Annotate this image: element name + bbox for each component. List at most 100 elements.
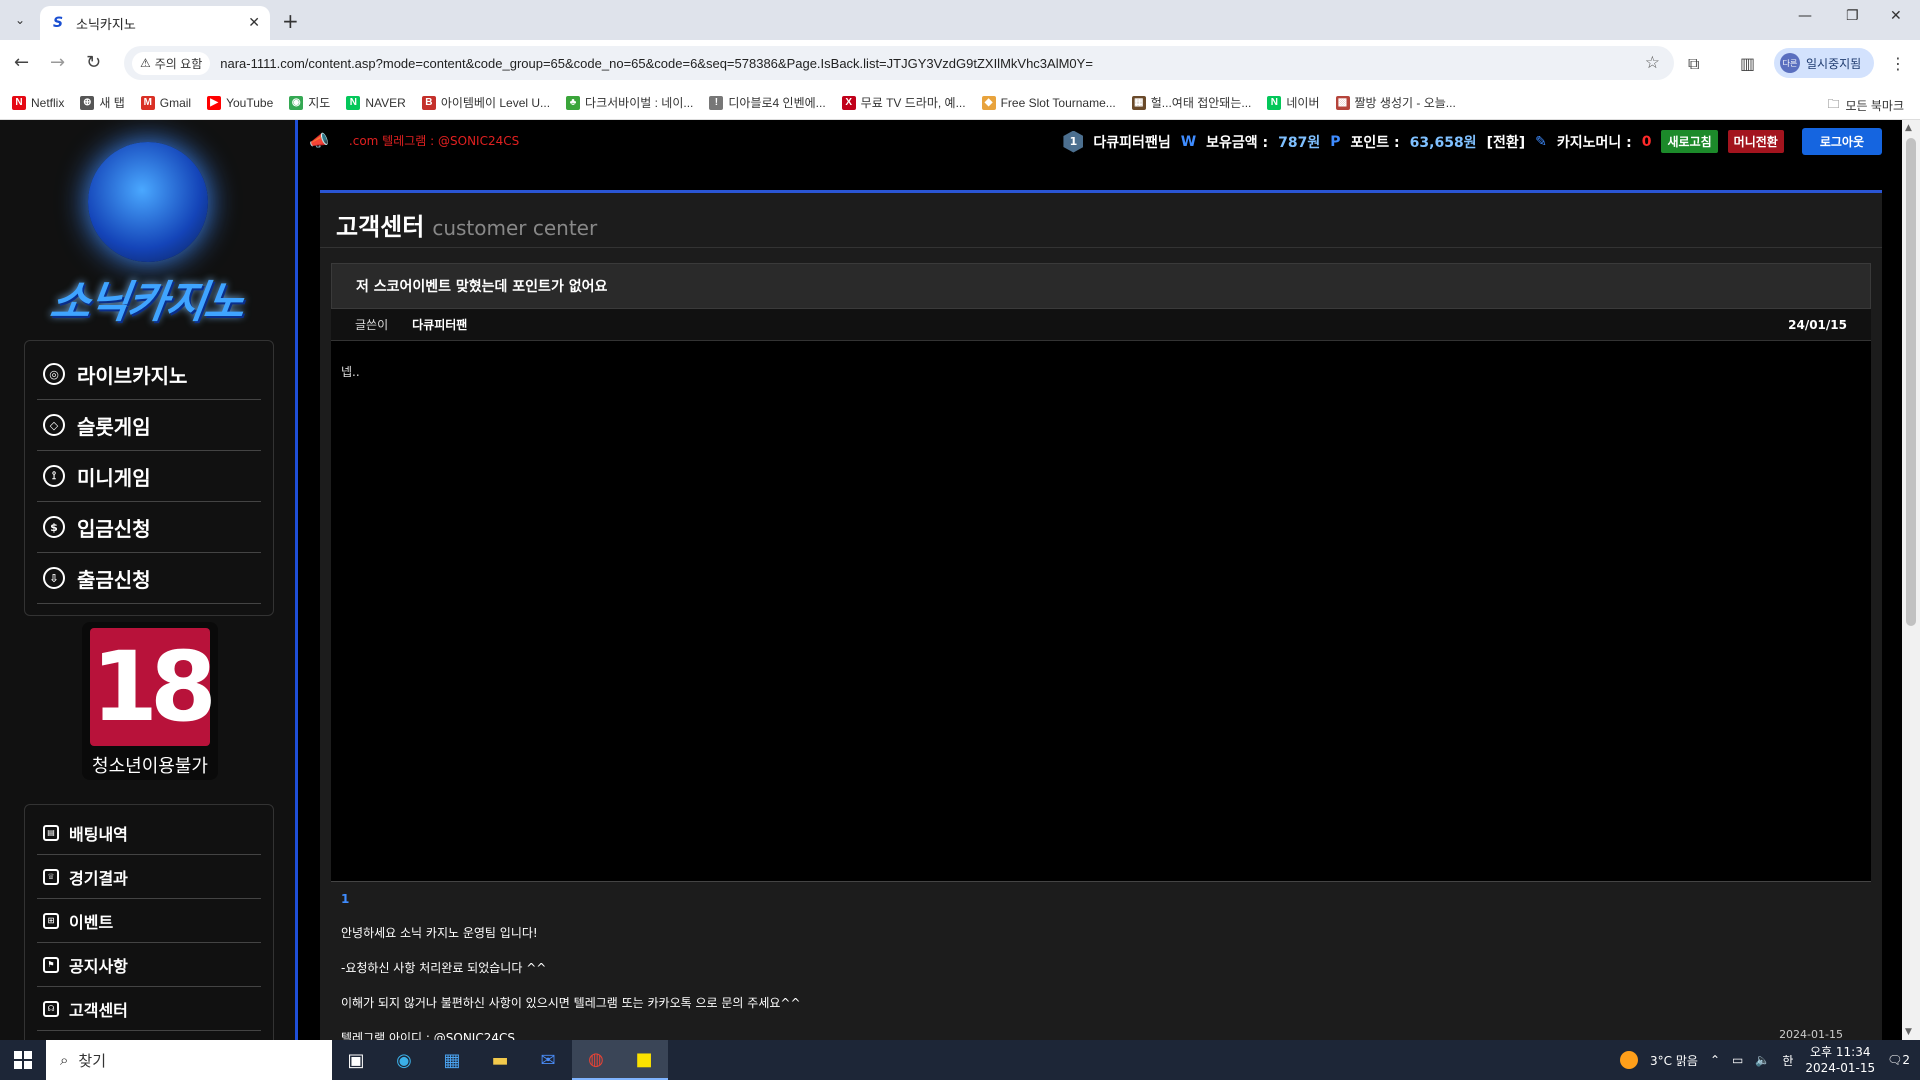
minimize-icon[interactable]: — bbox=[1798, 8, 1812, 24]
bookmark-item[interactable]: B 아이템베이 Level U... bbox=[421, 94, 550, 111]
sub-menu-item[interactable]: ⊞ 이벤트 bbox=[37, 899, 261, 943]
scroll-down-icon[interactable]: ▼ bbox=[1905, 1027, 1912, 1037]
bookmark-item[interactable]: ⊕ 새 탭 bbox=[80, 94, 125, 111]
bookmark-favicon-icon: N bbox=[346, 95, 361, 110]
bookmark-item[interactable]: N 네이버 bbox=[1267, 94, 1320, 111]
notification-icon[interactable]: 🗨2 bbox=[1887, 1053, 1910, 1067]
side-panel-icon[interactable]: ▥ bbox=[1740, 54, 1755, 73]
post-meta: 글쓴이 다큐피터팬 24/01/15 bbox=[331, 309, 1871, 341]
level-badge-icon: 1 bbox=[1063, 130, 1084, 153]
kakaotalk-icon[interactable]: ■ bbox=[620, 1040, 668, 1080]
page-title: 고객센터 customer center bbox=[320, 193, 1882, 248]
windows-start-icon[interactable] bbox=[0, 1040, 46, 1080]
bookmark-item[interactable]: X 무료 TV 드라마, 예... bbox=[841, 94, 966, 111]
betting-history-icon: ▤ bbox=[43, 824, 59, 841]
points-label: 포인트 : bbox=[1350, 134, 1400, 151]
bookmark-label: 지도 bbox=[308, 96, 331, 110]
close-tab-icon[interactable]: ✕ bbox=[248, 15, 260, 31]
bookmark-item[interactable]: ▦ 헐...여태 접안돼는... bbox=[1131, 94, 1251, 111]
post: 저 스코어이벤트 맞혔는데 포인트가 없어요 글쓴이 다큐피터팬 24/01/1… bbox=[331, 263, 1871, 1040]
restore-icon[interactable]: ❐ bbox=[1846, 8, 1859, 24]
download-icon: ⇩ bbox=[43, 567, 65, 589]
bookmark-label: 무료 TV 드라마, 예... bbox=[860, 96, 966, 110]
tray-chevron-icon[interactable]: ⌃ bbox=[1710, 1053, 1720, 1067]
scrollbar-thumb[interactable] bbox=[1906, 138, 1916, 626]
refresh-button[interactable]: 새로고침 bbox=[1661, 130, 1718, 153]
bookmark-item[interactable]: ▩ 짤방 생성기 - 오늘... bbox=[1335, 94, 1456, 111]
chrome-icon[interactable]: ◍ bbox=[572, 1040, 620, 1080]
network-icon[interactable]: ▭ bbox=[1732, 1053, 1743, 1067]
weather-text[interactable]: 3°C 맑음 bbox=[1650, 1052, 1698, 1069]
main-menu-label: 출금신청 bbox=[77, 567, 151, 592]
mail-icon[interactable]: ✉ bbox=[524, 1040, 572, 1080]
bookmark-item[interactable]: ◉ 지도 bbox=[289, 94, 330, 111]
weather-sun-icon bbox=[1620, 1051, 1639, 1069]
address-bar[interactable]: ⚠ 주의 요함 nara-1111.com/content.asp?mode=c… bbox=[124, 46, 1674, 80]
bookmark-item[interactable]: ▶ YouTube bbox=[207, 95, 273, 110]
forward-icon[interactable]: → bbox=[50, 52, 65, 73]
bookmark-item[interactable]: ! 디아블로4 인벤에... bbox=[709, 94, 826, 111]
sub-menu-item[interactable]: ▤ 배팅내역 bbox=[37, 811, 261, 855]
post-title: 저 스코어이벤트 맞혔는데 포인트가 없어요 bbox=[331, 263, 1871, 309]
web-page: 소닉카지노 ◎ 라이브카지노 ◇ 슬롯게임 ⟟ 미니게임 $ 입금신청 ⇩ 출금신청 18 청소년… bbox=[0, 120, 1920, 1040]
reload-icon[interactable]: ↻ bbox=[86, 52, 101, 73]
post-body: 넵.. bbox=[331, 341, 1871, 881]
main-menu-item[interactable]: ◇ 슬롯게임 bbox=[37, 400, 261, 451]
task-view-icon[interactable]: ▣ bbox=[332, 1040, 380, 1080]
bookmark-favicon-icon: ◉ bbox=[289, 95, 304, 110]
main-menu-item[interactable]: $ 입금신청 bbox=[37, 502, 261, 553]
close-window-icon[interactable]: ✕ bbox=[1890, 8, 1902, 24]
clock-time: 오후 11:34 bbox=[1810, 1045, 1871, 1059]
profile-button[interactable]: 다른 일시중지됨 bbox=[1774, 48, 1874, 78]
security-warning-chip[interactable]: ⚠ 주의 요함 bbox=[132, 51, 211, 75]
site-logo[interactable]: 소닉카지노 bbox=[20, 130, 275, 330]
sub-menu-item[interactable]: ☊ 고객센터 bbox=[37, 987, 261, 1031]
extensions-icon[interactable]: ⧉ bbox=[1688, 54, 1699, 74]
bookmark-item[interactable]: ♣ 다크서바이벌 : 네이... bbox=[566, 94, 693, 111]
browser-toolbar: ← → ↻ ⚠ 주의 요함 nara-1111.com/content.asp?… bbox=[0, 40, 1920, 86]
sub-menu-item[interactable]: ⚑ 공지사항 bbox=[37, 943, 261, 987]
taskbar-search[interactable]: ⌕ 찾기 bbox=[46, 1040, 332, 1080]
scroll-up-icon[interactable]: ▲ bbox=[1905, 123, 1912, 133]
chip-icon: ◎ bbox=[43, 363, 65, 385]
post-author: 다큐피터팬 bbox=[412, 318, 468, 332]
main-menu-item[interactable]: ⇩ 출금신청 bbox=[37, 553, 261, 604]
page-scrollbar[interactable]: ▲ ▼ bbox=[1902, 120, 1920, 1040]
points-convert-link[interactable]: [전환] bbox=[1487, 132, 1526, 152]
input-method-icon[interactable]: 한 bbox=[1782, 1052, 1793, 1069]
page-title-en: customer center bbox=[432, 216, 598, 240]
tab-search-icon[interactable]: ⌄ bbox=[8, 8, 32, 32]
sub-menu: ▤ 배팅내역 ♕ 경기결과 ⊞ 이벤트 ⚑ 공지사항 ☊ 고객센터 bbox=[24, 804, 274, 1040]
bookmark-label: Free Slot Tourname... bbox=[1000, 95, 1116, 110]
url-text[interactable]: nara-1111.com/content.asp?mode=content&c… bbox=[220, 56, 1093, 71]
headset-icon: ☊ bbox=[43, 1000, 59, 1017]
bookmark-favicon-icon: M bbox=[140, 95, 155, 110]
bookmark-item[interactable]: N NAVER bbox=[346, 95, 406, 110]
main-menu-item[interactable]: ⟟ 미니게임 bbox=[37, 451, 261, 502]
volume-icon[interactable]: 🔈 bbox=[1755, 1053, 1770, 1067]
back-icon[interactable]: ← bbox=[14, 52, 29, 73]
balance-value: 787원 bbox=[1278, 134, 1321, 151]
sub-menu-item[interactable]: ♕ 경기결과 bbox=[37, 855, 261, 899]
menu-kebab-icon[interactable]: ⋮ bbox=[1890, 54, 1906, 73]
post-date: 24/01/15 bbox=[1788, 317, 1847, 332]
sidebar: 소닉카지노 ◎ 라이브카지노 ◇ 슬롯게임 ⟟ 미니게임 $ 입금신청 ⇩ 출금신청 18 청소년… bbox=[0, 120, 298, 1040]
money-convert-button[interactable]: 머니전환 bbox=[1727, 130, 1784, 153]
reply-line: 이해가 되지 않거나 불편하신 사항이 있으시면 텔레그램 또는 카카오톡 으로… bbox=[341, 996, 801, 1010]
new-tab-icon[interactable]: + bbox=[282, 9, 299, 33]
bookmark-item[interactable]: ◆ Free Slot Tourname... bbox=[981, 95, 1116, 110]
main-menu-item[interactable]: ◎ 라이브카지노 bbox=[37, 349, 261, 400]
bookmark-star-icon[interactable]: ☆ bbox=[1645, 53, 1660, 73]
edge-icon[interactable]: ◉ bbox=[380, 1040, 428, 1080]
logout-button[interactable]: 로그아웃 bbox=[1801, 128, 1882, 155]
bookmark-item[interactable]: N Netflix bbox=[12, 95, 64, 110]
bookmark-item[interactable]: M Gmail bbox=[140, 95, 191, 110]
clock[interactable]: 오후 11:34 2024-01-15 bbox=[1805, 1044, 1875, 1076]
store-icon[interactable]: ▦ bbox=[428, 1040, 476, 1080]
bookmark-favicon-icon: N bbox=[1267, 95, 1282, 110]
all-bookmarks[interactable]: 🗀 모든 북마크 bbox=[1827, 95, 1904, 116]
file-explorer-icon[interactable]: ▬ bbox=[476, 1040, 524, 1080]
bookmark-label: 짤방 생성기 - 오늘... bbox=[1354, 96, 1456, 110]
browser-tab[interactable]: S 소닉카지노 ✕ bbox=[40, 6, 270, 40]
sonic-mascot-icon bbox=[87, 142, 208, 262]
